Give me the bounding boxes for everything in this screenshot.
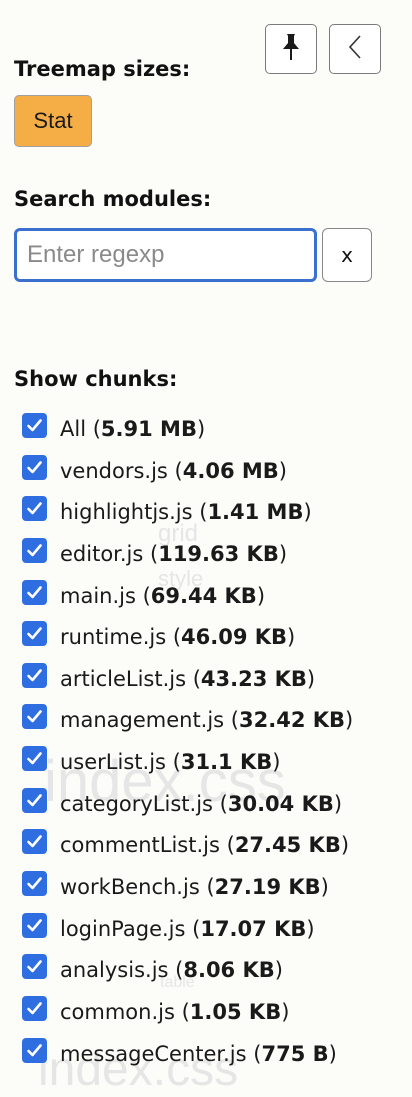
- chunk-size: 5.91 MB: [100, 417, 197, 441]
- chunk-item-common[interactable]: common.js (1.05 KB): [0, 991, 412, 1033]
- show-chunks-title: Show chunks:: [14, 367, 178, 391]
- treemap-sizes-title: Treemap sizes:: [14, 57, 191, 81]
- chunk-size: 31.1 KB: [180, 750, 273, 775]
- checkbox-checked-icon[interactable]: [22, 454, 47, 480]
- chunk-size: 8.06 KB: [183, 958, 275, 983]
- chunk-item-articlelist[interactable]: articleList.js (43.23 KB): [0, 658, 412, 700]
- chunk-item-commentlist[interactable]: commentList.js (27.45 KB): [0, 824, 412, 866]
- chunk-size: 32.42 KB: [239, 708, 346, 733]
- chunk-size: 1.05 KB: [189, 999, 282, 1024]
- checkbox-checked-icon[interactable]: [22, 579, 47, 605]
- chunk-label: analysis.js (8.06 KB): [60, 958, 283, 983]
- checkbox-checked-icon[interactable]: [22, 537, 47, 563]
- checkbox-checked-icon[interactable]: [22, 912, 47, 938]
- clear-search-button[interactable]: x: [322, 228, 372, 282]
- chunk-label: categoryList.js (30.04 KB): [60, 791, 343, 816]
- chunk-label: commentList.js (27.45 KB): [60, 833, 350, 858]
- checkbox-checked-icon[interactable]: [22, 662, 47, 688]
- collapse-sidebar-button[interactable]: [329, 24, 381, 74]
- chunk-item-management[interactable]: management.js (32.42 KB): [0, 699, 412, 741]
- chunk-label: management.js (32.42 KB): [60, 708, 354, 733]
- chunk-item-runtime[interactable]: runtime.js (46.09 KB): [0, 616, 412, 658]
- checkbox-checked-icon[interactable]: [22, 871, 47, 897]
- chunk-item-all[interactable]: All (5.91 MB): [0, 408, 412, 450]
- checkbox-checked-icon[interactable]: [22, 787, 47, 813]
- chunk-label: All (5.91 MB): [60, 417, 206, 441]
- search-input[interactable]: [14, 228, 317, 282]
- chunk-label: runtime.js (46.09 KB): [60, 625, 296, 650]
- chunk-size: 30.04 KB: [227, 791, 334, 816]
- chunk-label: articleList.js (43.23 KB): [60, 666, 316, 691]
- chunk-label: messageCenter.js (775 B): [60, 1041, 337, 1066]
- chunk-list: All (5.91 MB) vendors.js (4.06 MB) highl…: [0, 408, 412, 1074]
- chunk-size: 1.41 MB: [207, 500, 304, 525]
- chunk-item-workbench[interactable]: workBench.js (27.19 KB): [0, 866, 412, 908]
- chunk-size: 69.44 KB: [150, 583, 257, 608]
- checkbox-checked-icon[interactable]: [22, 496, 47, 522]
- chunk-item-categorylist[interactable]: categoryList.js (30.04 KB): [0, 783, 412, 825]
- chunk-size: 17.07 KB: [200, 916, 307, 941]
- search-modules-title: Search modules:: [14, 187, 212, 211]
- pin-sidebar-button[interactable]: [265, 24, 317, 74]
- chunk-item-loginpage[interactable]: loginPage.js (17.07 KB): [0, 908, 412, 950]
- chunk-label: workBench.js (27.19 KB): [60, 875, 329, 900]
- chunk-size: 43.23 KB: [200, 666, 307, 691]
- chunk-size: 46.09 KB: [181, 625, 288, 650]
- chevron-left-icon: [346, 34, 364, 64]
- checkbox-checked-icon[interactable]: [22, 995, 47, 1021]
- chunk-size: 119.63 KB: [158, 541, 279, 566]
- chunk-label: common.js (1.05 KB): [60, 999, 290, 1024]
- chunk-label: main.js (69.44 KB): [60, 583, 266, 608]
- chunk-size: 27.19 KB: [214, 875, 321, 900]
- chunk-label: userList.js (31.1 KB): [60, 750, 281, 775]
- chunk-size: 775 B: [261, 1041, 329, 1066]
- chunk-label: highlightjs.js (1.41 MB): [60, 500, 312, 525]
- chunk-item-analysis[interactable]: analysis.js (8.06 KB): [0, 949, 412, 991]
- checkbox-checked-icon[interactable]: [22, 1037, 47, 1063]
- checkbox-checked-icon[interactable]: [22, 829, 47, 855]
- checkbox-checked-icon[interactable]: [22, 413, 47, 438]
- chunk-item-messagecenter[interactable]: messageCenter.js (775 B): [0, 1033, 412, 1075]
- chunk-item-highlightjs[interactable]: highlightjs.js (1.41 MB): [0, 491, 412, 533]
- chunk-size: 4.06 MB: [182, 458, 279, 483]
- chunk-item-main[interactable]: main.js (69.44 KB): [0, 575, 412, 617]
- chunk-item-vendors[interactable]: vendors.js (4.06 MB): [0, 450, 412, 492]
- chunk-item-editor[interactable]: editor.js (119.63 KB): [0, 533, 412, 575]
- checkbox-checked-icon[interactable]: [22, 704, 47, 730]
- chunk-label: vendors.js (4.06 MB): [60, 458, 287, 483]
- checkbox-checked-icon[interactable]: [22, 621, 47, 647]
- chunk-label: editor.js (119.63 KB): [60, 541, 288, 566]
- chunk-item-userlist[interactable]: userList.js (31.1 KB): [0, 741, 412, 783]
- checkbox-checked-icon[interactable]: [22, 746, 47, 772]
- checkbox-checked-icon[interactable]: [22, 954, 47, 980]
- stat-size-button[interactable]: Stat: [14, 95, 92, 147]
- chunk-label: loginPage.js (17.07 KB): [60, 916, 315, 941]
- pushpin-icon: [280, 32, 302, 66]
- chunk-size: 27.45 KB: [234, 833, 341, 858]
